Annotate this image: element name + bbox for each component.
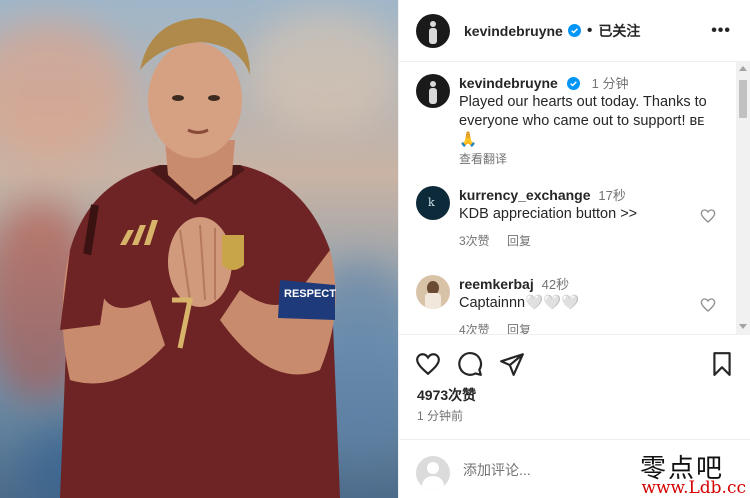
comment-likes[interactable]: 3次赞 — [459, 234, 490, 248]
comment-item: k kurrency_exchange 17秒 KDB appreciation… — [416, 186, 736, 256]
reply-button[interactable]: 回复 — [507, 234, 531, 248]
scroll-up-arrow[interactable] — [739, 66, 747, 71]
watermark-url: www.Ldb.cc — [641, 478, 746, 498]
comment-input[interactable] — [463, 462, 643, 478]
post-header: kevindebruyne • 已关注 ••• — [399, 0, 750, 62]
likes-count[interactable]: 4973次赞 — [417, 385, 476, 405]
more-icon[interactable]: ••• — [711, 22, 731, 40]
comment-time: 42秒 — [541, 277, 570, 292]
scroll-down-arrow[interactable] — [739, 324, 747, 329]
comment-text: Captainnn🤍🤍🤍 — [459, 295, 580, 311]
avatar[interactable] — [416, 74, 450, 108]
captain-armband-text: RESPECT — [284, 288, 336, 300]
comment-time: 17秒 — [598, 188, 626, 203]
avatar — [416, 456, 450, 490]
comment-username[interactable]: reemkerbaj — [459, 276, 534, 292]
see-translation-link[interactable]: 查看翻译 — [459, 150, 709, 169]
avatar[interactable] — [416, 13, 450, 48]
avatar[interactable] — [416, 275, 450, 309]
bookmark-icon[interactable] — [709, 351, 735, 377]
caption-time: 1 分钟 — [591, 76, 629, 91]
verified-icon — [567, 24, 581, 37]
post-image[interactable]: RESPECT — [0, 0, 398, 498]
comment-likes[interactable]: 4次赞 — [459, 323, 490, 334]
reply-button[interactable]: 回复 — [507, 323, 531, 334]
player-illustration — [60, 18, 340, 498]
heart-icon[interactable] — [415, 351, 441, 377]
caption-text: Played our hearts out today. Thanks to e… — [459, 94, 707, 148]
comment-item: reemkerbaj 42秒 Captainnn🤍🤍🤍 4次赞 回复 — [416, 275, 736, 334]
avatar[interactable]: k — [416, 186, 450, 220]
header-username[interactable]: kevindebruyne — [464, 23, 563, 39]
comment-text: KDB appreciation button >> — [459, 206, 638, 222]
header-separator: • — [586, 21, 593, 39]
following-button[interactable]: 已关注 — [598, 21, 640, 41]
comments-scrollbar[interactable] — [736, 62, 750, 334]
comment-icon[interactable] — [457, 351, 483, 377]
verified-icon — [566, 77, 580, 90]
scroll-thumb[interactable] — [739, 80, 747, 118]
post-panel: kevindebruyne • 已关注 ••• kevindebruyne 1 … — [398, 0, 750, 498]
comment-username[interactable]: kurrency_exchange — [459, 187, 591, 203]
comments-list: kevindebruyne 1 分钟 Played our hearts out… — [399, 62, 739, 334]
share-icon[interactable] — [499, 351, 525, 377]
heart-icon[interactable] — [700, 297, 716, 313]
posted-time: 1 分钟前 — [417, 409, 464, 423]
heart-icon[interactable] — [700, 208, 716, 224]
caption-username[interactable]: kevindebruyne — [459, 75, 558, 91]
